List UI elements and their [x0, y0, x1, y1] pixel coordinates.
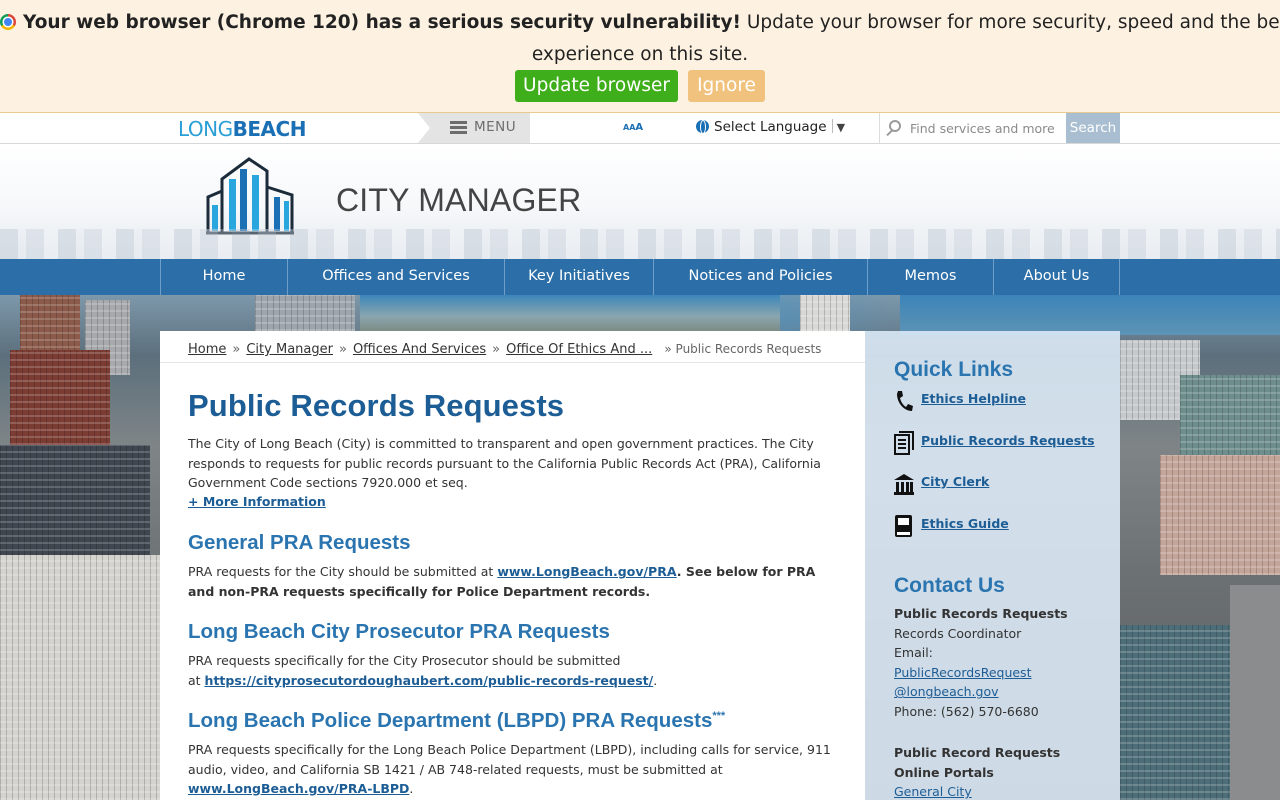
search-box [879, 113, 1066, 143]
prosecutor-text-end: . [653, 672, 658, 688]
general-pra-text: PRA requests for the City should be subm… [188, 564, 498, 579]
nav-item-offices-and-services[interactable]: Offices and Services [288, 259, 505, 295]
logo-text-long: LONG [178, 117, 233, 141]
email-link-part1[interactable]: PublicRecordsRequest [894, 665, 1031, 680]
dropdown-arrow-icon: ▼ [836, 121, 846, 134]
lbpd-heading-text: Long Beach Police Department (LBPD) PRA … [188, 709, 713, 732]
quick-links-heading: Quick Links [894, 358, 1014, 381]
phone-icon [897, 391, 913, 411]
globe-icon [696, 120, 709, 134]
nav-item-memos[interactable]: Memos [868, 259, 994, 295]
email-link-part2[interactable]: @longbeach.gov [894, 684, 999, 699]
nav-item-notices-and-policies[interactable]: Notices and Policies [654, 259, 868, 295]
breadcrumb-offices-and-services[interactable]: Offices And Services [353, 342, 486, 357]
background-road [1230, 585, 1280, 800]
text-size-control[interactable]: AAA [623, 122, 643, 133]
banner-message-text: Update your browser for more security, s… [740, 12, 1280, 33]
chrome-icon [0, 14, 16, 30]
section-heading-city-prosecutor: Long Beach City Prosecutor PRA Requests [188, 620, 610, 643]
search-input[interactable] [910, 119, 1060, 137]
intro-paragraph: The City of Long Beach (City) is committ… [188, 436, 821, 491]
background-building [0, 555, 160, 800]
nav-item-home[interactable]: Home [161, 259, 288, 295]
background-building [255, 295, 355, 331]
language-divider [831, 119, 833, 133]
quick-link-label[interactable]: Ethics Guide [921, 516, 1009, 531]
river-water [900, 295, 1280, 335]
hamburger-icon [450, 121, 467, 134]
logo-text-beach: BEACH [232, 117, 307, 141]
section-text-lbpd: PRA requests specifically for the Long B… [188, 740, 838, 799]
prosecutor-text: PRA requests specifically for the City P… [188, 653, 621, 668]
nav-item-key-initiatives[interactable]: Key Initiatives [505, 259, 654, 295]
utility-bar: LONGBEACH MENU AAA Select Language ▼ Sear… [0, 113, 1280, 144]
portals-heading: Public Record Requests Online Portals [894, 745, 1061, 780]
city-prosecutor-link[interactable]: https://cityprosecutordoughaubert.com/pu… [205, 673, 654, 688]
language-selector[interactable]: Select Language ▼ [696, 119, 845, 135]
background-building [0, 445, 150, 565]
section-text-city-prosecutor: PRA requests specifically for the City P… [188, 651, 838, 690]
more-information-link[interactable]: + More Information [188, 494, 326, 509]
contact-us-heading: Contact Us [894, 574, 1005, 597]
background-building [800, 295, 850, 331]
contact-title: Public Records Requests [894, 606, 1068, 621]
breadcrumb-city-manager[interactable]: City Manager [246, 342, 333, 357]
search-icon [889, 120, 901, 132]
banner-message-line2: experience on this site. [531, 44, 749, 65]
contact-phone: Phone: (562) 570-6680 [894, 703, 1039, 719]
email-link[interactable]: PublicRecordsRequest @longbeach.gov [894, 665, 1031, 700]
contact-role: Records Coordinator [894, 625, 1022, 641]
background-building [1160, 455, 1280, 575]
quick-link-label[interactable]: Public Records Requests [921, 433, 1095, 448]
page-title: Public Records Requests [188, 388, 565, 423]
general-city-portal-link[interactable]: General City [894, 784, 972, 799]
update-browser-button[interactable]: Update browser [515, 70, 678, 102]
department-title[interactable]: CITY MANAGER [336, 182, 581, 219]
background-building [20, 295, 80, 355]
breadcrumb-separator: » [338, 342, 347, 357]
banner-message-line1: Your web browser (Chrome 120) has a seri… [0, 11, 1280, 35]
breadcrumb-separator: » [232, 342, 241, 357]
outdated-browser-banner: Your web browser (Chrome 120) has a seri… [0, 0, 1280, 113]
pra-link[interactable]: www.LongBeach.gov/PRA [497, 564, 676, 579]
section-text-general-pra: PRA requests for the City should be subm… [188, 562, 838, 601]
sidebar: Quick Links Ethics Helpline Public Recor… [865, 331, 1120, 800]
harbor-water [360, 295, 780, 331]
lbpd-text-end: . [409, 781, 414, 797]
breadcrumb-divider [160, 362, 865, 363]
breadcrumb-current: » Public Records Requests [664, 342, 822, 356]
main-content: Home » City Manager » Offices And Services » O… [160, 331, 865, 800]
section-heading-general-pra: General PRA Requests [188, 531, 411, 554]
language-label: Select Language [714, 119, 827, 135]
nav-item-about-us[interactable]: About Us [994, 259, 1120, 295]
email-label: Email: [894, 645, 933, 661]
prosecutor-text-at: at [188, 672, 205, 688]
search-button[interactable]: Search [1066, 113, 1120, 143]
breadcrumb-separator: » [492, 342, 501, 357]
portals-section: Public Record Requests Online Portals Ge… [894, 743, 1104, 800]
main-navigation: Home Offices and Services Key Initiative… [0, 259, 1280, 295]
menu-label: MENU [474, 119, 517, 135]
lbpd-pra-link[interactable]: www.LongBeach.gov/PRA-LBPD [188, 781, 409, 796]
quick-link-label[interactable]: Ethics Helpline [921, 391, 1026, 406]
building-icon [894, 474, 914, 495]
lbpd-text: PRA requests specifically for the Long B… [188, 742, 831, 777]
contact-details: Public Records Requests Records Coordina… [894, 604, 1104, 722]
breadcrumb: Home » City Manager » Offices And Services » O… [188, 342, 821, 357]
book-icon [895, 515, 912, 537]
document-icon [894, 431, 914, 455]
nav-list: Home Offices and Services Key Initiative… [160, 259, 1120, 295]
site-header: CITY MANAGER [0, 144, 1280, 259]
breadcrumb-office-of-ethics[interactable]: Office Of Ethics And ... [506, 342, 652, 357]
breadcrumb-home[interactable]: Home [188, 342, 226, 357]
banner-warning-bold: Your web browser (Chrome 120) has a seri… [23, 12, 741, 33]
long-beach-logo[interactable]: LONGBEACH [178, 118, 306, 140]
quick-link-label[interactable]: City Clerk [921, 474, 989, 489]
section-heading-lbpd: Long Beach Police Department (LBPD) PRA … [188, 709, 725, 733]
city-manager-buildings-logo[interactable] [205, 157, 295, 235]
menu-button[interactable]: MENU [418, 113, 530, 143]
ignore-button[interactable]: Ignore [688, 70, 765, 102]
text-size-large[interactable]: A [635, 122, 643, 133]
lbpd-heading-footnote: *** [712, 710, 726, 722]
